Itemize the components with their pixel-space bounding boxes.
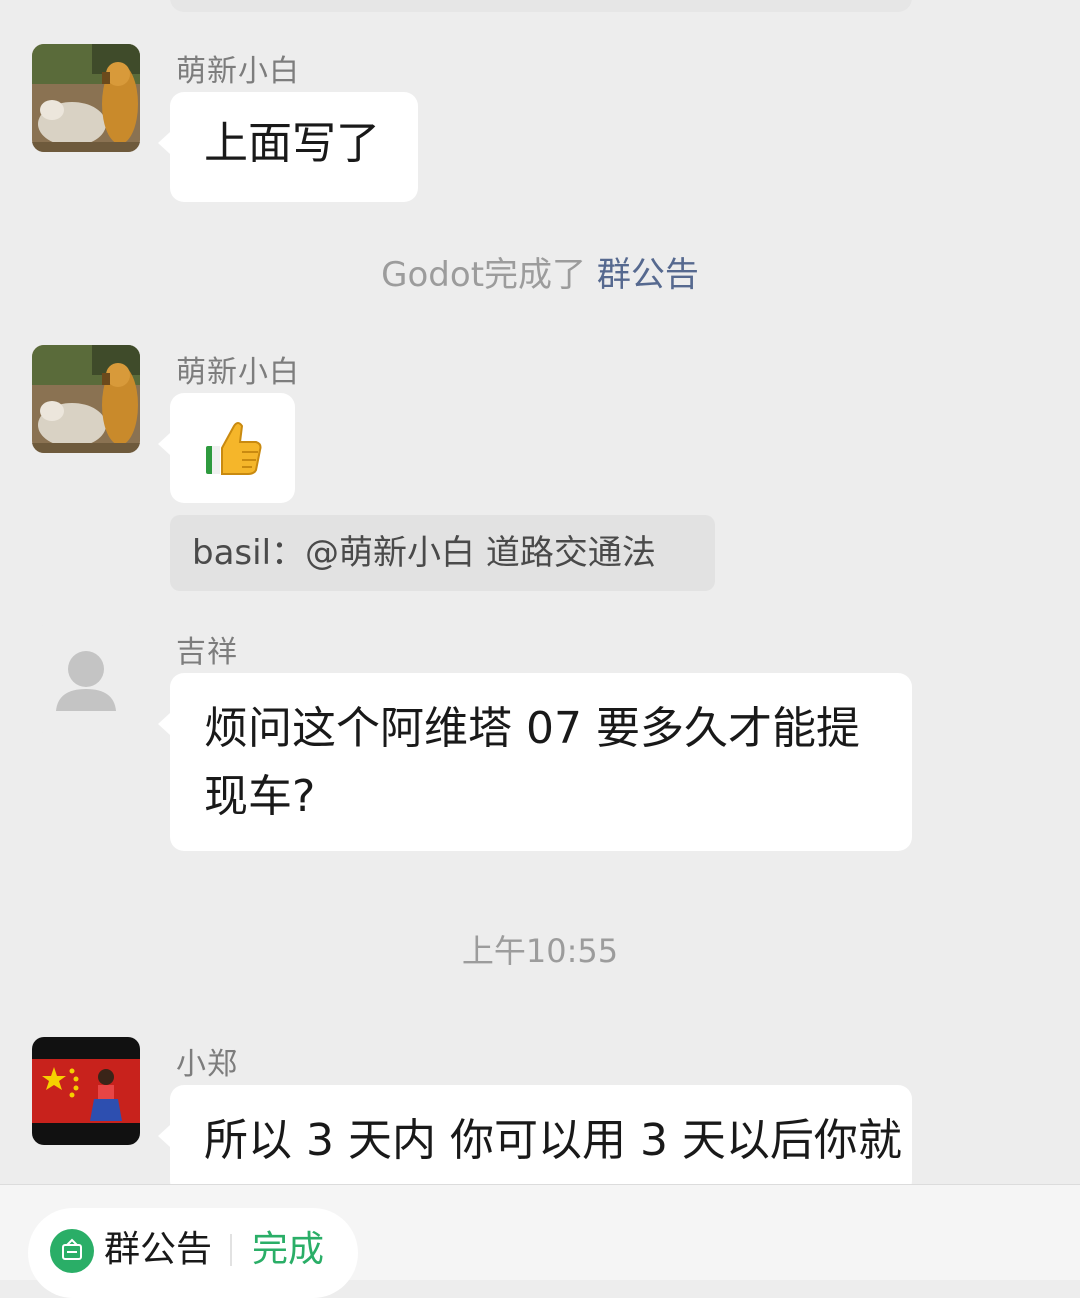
thumbs-up-icon [206,422,262,475]
dog-photo-avatar-image [32,345,140,453]
system-notice: Godot完成了 群公告 [0,250,1080,300]
person-placeholder-icon [56,651,116,711]
avatar-jixiang[interactable] [32,625,140,733]
group-notice-link[interactable]: 群公告 [597,255,699,295]
message-bubble[interactable]: 烦问这个阿维塔 07 要多久才能提现车? [158,673,912,851]
sender-name: 小郑 [176,1047,238,1082]
emoji-message-bubble[interactable] [158,393,295,503]
avatar-mengxin[interactable] [32,44,140,152]
message-bubble[interactable]: 上面写了 [158,92,418,202]
message-text: 上面写了 [204,118,380,169]
group-notice-label[interactable]: 群公告 [104,1224,212,1276]
message-bubble[interactable]: 所以 3 天内 你可以用 3 天以后你就 [158,1085,912,1195]
sender-name: 萌新小白 [176,54,300,89]
avatar-mengxin[interactable] [32,345,140,453]
message-text: 烦问这个阿维塔 07 要多久才能提现车? [204,703,860,822]
system-notice-text: Godot完成了 [381,255,587,295]
message-text: 所以 3 天内 你可以用 3 天以后你就 [204,1115,902,1166]
timestamp: 上午10:55 [461,932,619,970]
previous-message-bubble [170,0,912,12]
announcement-icon [50,1229,94,1273]
sender-name: 吉祥 [176,635,238,670]
done-button[interactable]: 完成 [252,1224,324,1276]
quoted-reply-text: basil：@萌新小白 道路交通法 [192,533,656,573]
quoted-reply[interactable]: basil：@萌新小白 道路交通法 [170,515,715,591]
divider [230,1234,232,1266]
dog-photo-avatar-image [32,44,140,152]
sender-name: 萌新小白 [176,355,300,390]
flag-photo-avatar-image [32,1037,140,1145]
avatar-xiaozheng[interactable] [32,1037,140,1145]
